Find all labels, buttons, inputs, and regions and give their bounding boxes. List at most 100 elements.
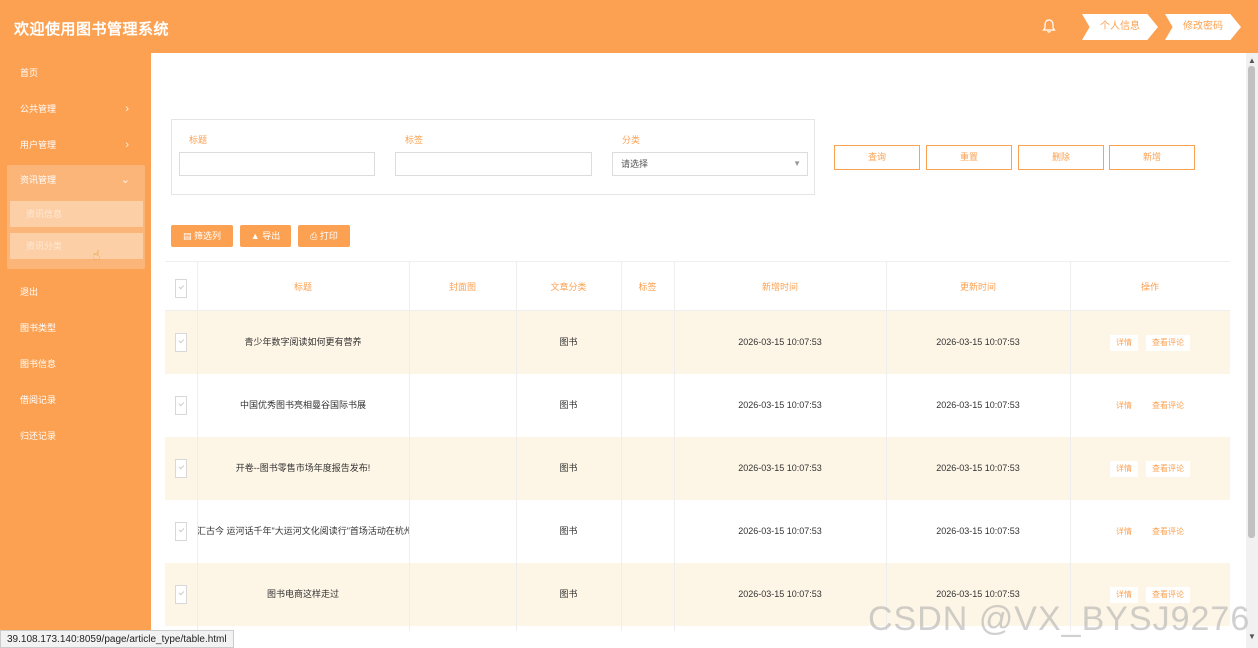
sidebar-item-borrow-records[interactable]: 借阅记录 — [0, 382, 151, 418]
query-button[interactable]: 查询 — [834, 145, 920, 170]
tag-label: 标签 — [405, 135, 424, 145]
cell-tag — [621, 311, 674, 374]
column-divider — [1070, 261, 1071, 631]
cell-category: 图书 — [559, 526, 578, 536]
cell-updated: 2026-03-15 10:07:53 — [936, 400, 1020, 410]
cell-category: 图书 — [559, 589, 578, 599]
sidebar-item-return-records[interactable]: 归还记录 — [0, 418, 151, 454]
category-select-value: 请选择 — [621, 159, 649, 169]
submenu-news: 资讯管理 ⌄ 资讯信息 资讯分类 — [7, 165, 145, 269]
detail-button[interactable]: 详情 — [1110, 461, 1138, 477]
col-actions: 操作 — [1140, 282, 1159, 292]
add-button[interactable]: 新增 — [1109, 145, 1195, 170]
detail-button[interactable]: 详情 — [1110, 524, 1138, 540]
col-tag: 标签 — [638, 282, 657, 292]
cell-title: 中国优秀图书亮相曼谷国际书展 — [239, 400, 366, 410]
sidebar-item-home[interactable]: 首页 — [0, 55, 151, 91]
sidebar-item-news[interactable]: 资讯管理 ⌄ — [7, 165, 145, 195]
cell-created: 2026-03-15 10:07:53 — [738, 526, 822, 536]
row-checkbox[interactable] — [175, 396, 187, 415]
cell-title: 图书电商这样走过 — [266, 589, 339, 599]
col-title: 标题 — [293, 282, 312, 292]
cell-cover — [409, 563, 516, 626]
data-table: 标题 封面图 文章分类 标签 新增时间 更新时间 操作 青少年数字阅读如何更有营… — [165, 261, 1230, 631]
cell-category: 图书 — [559, 463, 578, 473]
row-checkbox[interactable] — [175, 585, 187, 604]
category-select[interactable]: 请选择 ▼ — [612, 152, 808, 176]
cell-title: 青少年数字阅读如何更有营养 — [244, 337, 362, 347]
cell-category: 图书 — [559, 337, 578, 347]
submenu-item-news-category[interactable]: 资讯分类 — [10, 233, 143, 259]
printer-icon: ⎙ — [310, 231, 318, 241]
upload-icon: ▲ — [250, 231, 260, 241]
chevron-down-icon: ⌄ — [120, 174, 130, 186]
table-icon: ▤ — [182, 231, 192, 241]
tag-input[interactable] — [395, 152, 592, 176]
sidebar-item-label: 图书信息 — [20, 359, 57, 369]
cell-tag — [621, 500, 674, 563]
category-label: 分类 — [622, 135, 641, 145]
cell-tag — [621, 437, 674, 500]
row-checkbox[interactable] — [175, 333, 187, 352]
sidebar-item-users[interactable]: 用户管理 › — [0, 127, 151, 163]
sidebar-item-label: 资讯管理 — [20, 175, 57, 185]
sidebar-item-label: 借阅记录 — [20, 395, 57, 405]
cell-tag — [621, 374, 674, 437]
columns-label: 筛选列 — [194, 231, 222, 241]
sidebar-item-book-info[interactable]: 图书信息 — [0, 346, 151, 382]
sidebar: 首页 公共管理 › 用户管理 › 资讯管理 ⌄ 资讯信息 资讯分类 退出 图书类… — [0, 53, 151, 648]
cell-cover — [409, 311, 516, 374]
detail-button[interactable]: 详情 — [1110, 398, 1138, 414]
export-button[interactable]: ▲ 导出 — [240, 225, 291, 247]
profile-button[interactable]: 个人信息 — [1082, 14, 1158, 40]
cell-cover — [409, 437, 516, 500]
row-checkbox[interactable] — [175, 459, 187, 478]
column-divider — [886, 261, 887, 631]
title-input[interactable] — [179, 152, 375, 176]
title-label: 标题 — [189, 135, 208, 145]
cell-title: 开卷--图书零售市场年度报告发布! — [235, 463, 371, 473]
cell-updated: 2026-03-15 10:07:53 — [936, 463, 1020, 473]
cell-updated: 2026-03-15 10:07:53 — [936, 337, 1020, 347]
sidebar-item-public[interactable]: 公共管理 › — [0, 91, 151, 127]
cell-updated: 2026-03-15 10:07:53 — [936, 526, 1020, 536]
bell-icon[interactable] — [1041, 18, 1057, 34]
select-all-checkbox[interactable] — [175, 279, 187, 298]
cell-created: 2026-03-15 10:07:53 — [738, 400, 822, 410]
submenu-item-news-info[interactable]: 资讯信息 — [10, 201, 143, 227]
sidebar-item-label: 首页 — [20, 68, 39, 78]
scrollbar-thumb[interactable] — [1248, 66, 1255, 538]
chevron-right-icon: › — [125, 139, 129, 151]
print-button[interactable]: ⎙ 打印 — [298, 225, 350, 247]
view-comments-button[interactable]: 查看评论 — [1146, 398, 1190, 414]
column-divider — [197, 261, 198, 631]
hand-cursor-icon: ☝ — [92, 247, 101, 263]
cell-cover — [409, 374, 516, 437]
delete-button[interactable]: 删除 — [1018, 145, 1104, 170]
column-divider — [674, 261, 675, 631]
search-panel: 标题 标签 分类 请选择 ▼ — [171, 119, 815, 195]
view-comments-button[interactable]: 查看评论 — [1146, 524, 1190, 540]
col-created: 新增时间 — [761, 282, 798, 292]
sidebar-item-label: 用户管理 — [20, 140, 57, 150]
sidebar-item-logout[interactable]: 退出 — [0, 274, 151, 310]
app-title: 欢迎使用图书管理系统 — [14, 21, 170, 38]
cell-tag — [621, 563, 674, 626]
top-bar: 欢迎使用图书管理系统 个人信息 修改密码 — [0, 0, 1258, 53]
sidebar-item-book-types[interactable]: 图书类型 — [0, 310, 151, 346]
detail-button[interactable]: 详情 — [1110, 335, 1138, 351]
cell-title: 汇古今 运河话千年"大运河文化阅读行"首场活动在杭州 — [197, 526, 409, 536]
col-category: 文章分类 — [550, 282, 587, 292]
columns-button[interactable]: ▤ 筛选列 — [171, 225, 233, 247]
reset-button[interactable]: 重置 — [926, 145, 1012, 170]
view-comments-button[interactable]: 查看评论 — [1146, 335, 1190, 351]
view-comments-button[interactable]: 查看评论 — [1146, 461, 1190, 477]
column-divider — [516, 261, 517, 631]
cell-created: 2026-03-15 10:07:53 — [738, 463, 822, 473]
row-checkbox[interactable] — [175, 522, 187, 541]
change-password-button[interactable]: 修改密码 — [1165, 14, 1241, 40]
sidebar-item-label: 退出 — [20, 287, 39, 297]
cell-category: 图书 — [559, 400, 578, 410]
sidebar-item-label: 归还记录 — [20, 431, 57, 441]
cell-created: 2026-03-15 10:07:53 — [738, 337, 822, 347]
